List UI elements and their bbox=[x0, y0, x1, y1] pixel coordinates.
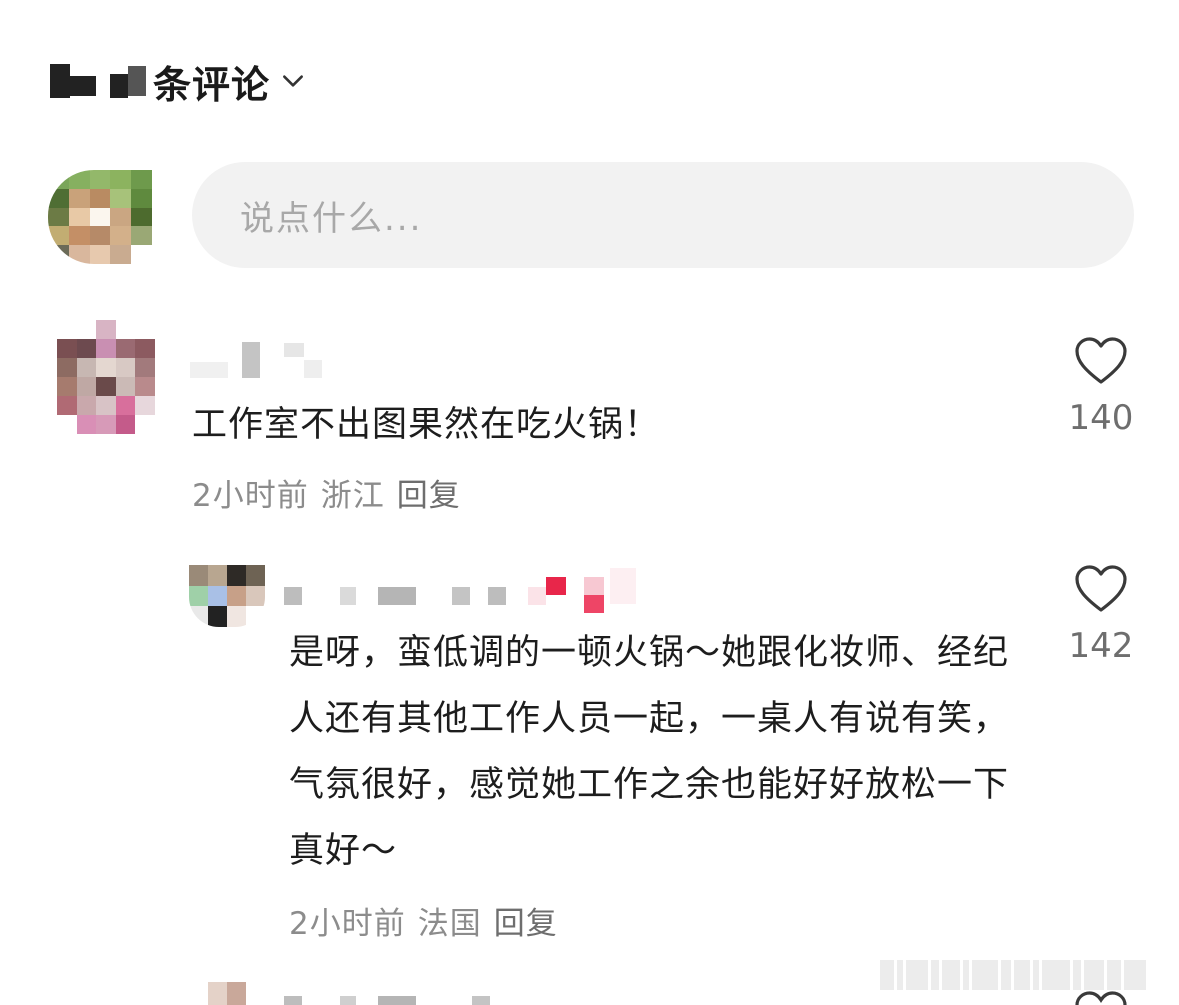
reply-text: 是呀，蛮低调的一顿火锅～她跟化妆师、经纪人还有其他工作人员一起，一桌人有说有笑，… bbox=[289, 633, 1010, 871]
comment-username-obscured[interactable] bbox=[190, 340, 322, 380]
comment-location: 浙江 bbox=[320, 478, 385, 514]
heart-outline-icon bbox=[1075, 565, 1127, 612]
reply-time: 2小时前 bbox=[289, 906, 406, 942]
like-button[interactable]: 142 bbox=[1056, 564, 1146, 666]
comments-count-title: 条评论 bbox=[153, 62, 271, 107]
like-button[interactable]: 140 bbox=[1056, 336, 1146, 438]
like-count: 142 bbox=[1068, 626, 1134, 666]
comments-header[interactable]: 条评论 bbox=[48, 56, 306, 107]
comment-count-obscured bbox=[48, 58, 153, 104]
comment-text: 工作室不出图果然在吃火锅！ bbox=[192, 405, 661, 445]
reply-location: 法国 bbox=[417, 906, 482, 942]
heart-outline-icon bbox=[1075, 991, 1127, 1005]
comment-input[interactable]: 说点什么... bbox=[192, 162, 1134, 268]
comment-meta: 2小时前 浙江 回复 bbox=[192, 470, 473, 515]
avatar bbox=[189, 982, 265, 1005]
avatar[interactable] bbox=[189, 565, 265, 627]
reply-button[interactable]: 回复 bbox=[494, 906, 558, 942]
avatar[interactable] bbox=[57, 320, 155, 434]
current-user-avatar bbox=[48, 170, 152, 264]
next-username-obscured bbox=[284, 996, 490, 1005]
reply-meta: 2小时前 法国 回复 bbox=[289, 898, 570, 943]
heart-outline-icon bbox=[1075, 337, 1127, 384]
comment-input-placeholder: 说点什么... bbox=[240, 198, 423, 239]
reply-username-obscured[interactable] bbox=[284, 566, 636, 613]
chevron-down-icon[interactable] bbox=[280, 68, 306, 94]
like-count: 140 bbox=[1068, 398, 1134, 438]
comment-time: 2小时前 bbox=[192, 478, 309, 514]
watermark bbox=[880, 958, 1170, 992]
reply-button[interactable]: 回复 bbox=[397, 478, 461, 514]
